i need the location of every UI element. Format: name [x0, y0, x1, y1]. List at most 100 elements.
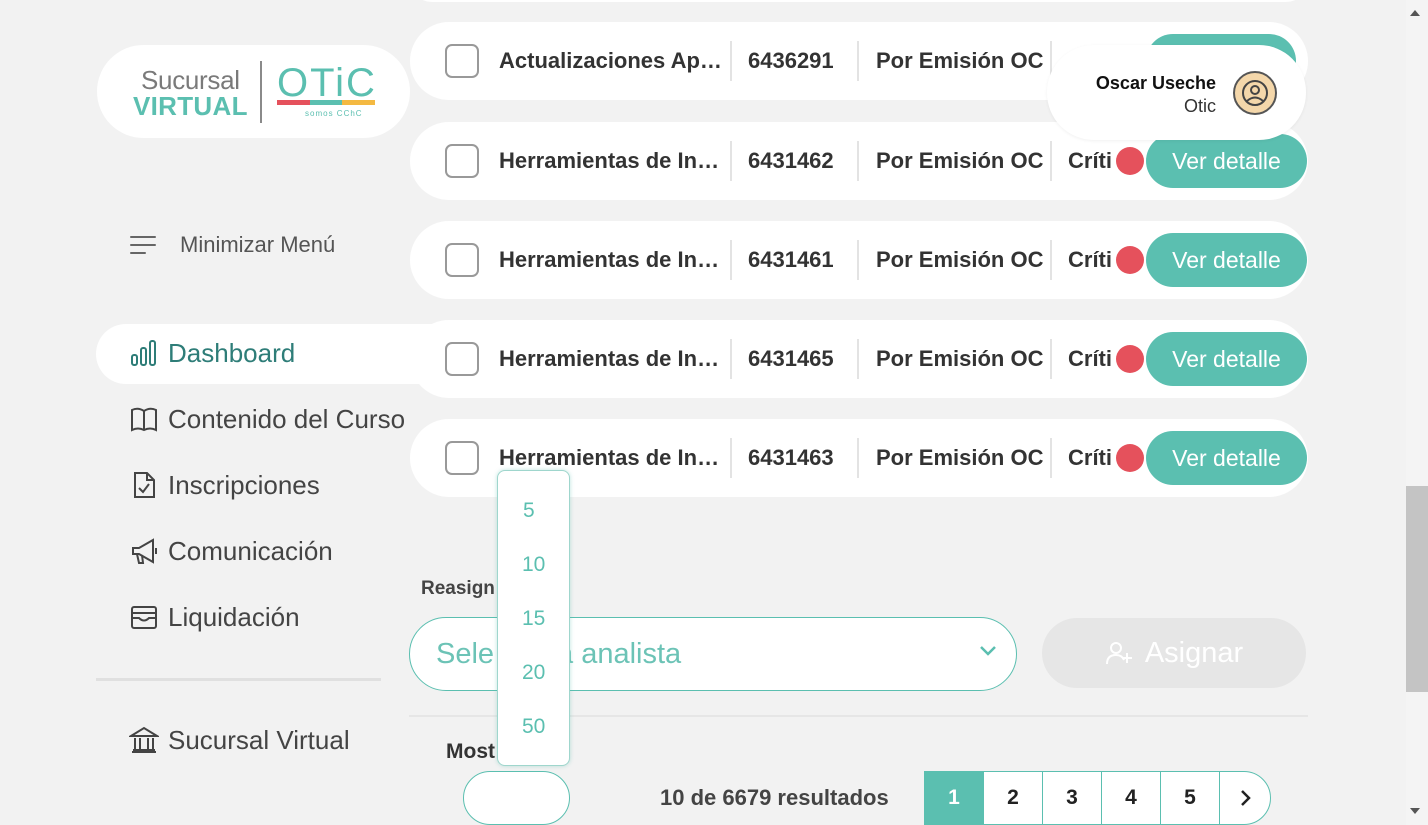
column-divider [857, 339, 859, 379]
hamburger-icon [128, 232, 158, 258]
sidebar-item-label: Comunicación [168, 535, 333, 566]
otic-logo: OTiC somos CChC [277, 63, 377, 121]
critical-indicator [1116, 345, 1144, 373]
page-size-option-15[interactable]: 15 [498, 601, 569, 637]
row-code: 6431461 [748, 247, 834, 272]
logo-line2: VIRTUAL [133, 91, 248, 121]
column-divider [730, 438, 732, 478]
page-size-select[interactable] [463, 771, 570, 825]
column-divider [1050, 240, 1052, 280]
sidebar-divider [96, 678, 381, 681]
column-divider [730, 339, 732, 379]
user-name: Oscar Useche [1095, 73, 1216, 93]
column-divider [857, 240, 859, 280]
logo[interactable]: Sucursal VIRTUAL OTiC somos CChC [97, 45, 410, 138]
add-user-icon [1105, 639, 1133, 667]
row-course-name: Actualizaciones Ap… [499, 48, 722, 73]
minimize-menu-button[interactable]: Minimizar Menú [128, 232, 335, 258]
assign-button[interactable]: Asignar [1042, 618, 1306, 688]
user-avatar-icon[interactable] [1233, 71, 1277, 115]
view-detail-button[interactable]: Ver detalle [1146, 431, 1307, 485]
sidebar-item-inscripciones[interactable]: Inscripciones [128, 469, 320, 501]
results-count: 10 de 6679 resultados [660, 785, 889, 810]
page-size-dropdown: 5 10 15 20 50 [497, 470, 570, 766]
page-size-label: Most [446, 740, 495, 763]
pagination: 1 2 3 4 5 [924, 771, 1271, 825]
wallet-icon [128, 601, 160, 633]
row-checkbox[interactable] [445, 144, 479, 178]
table-row: Herramientas de In… 6431465 Por Emisión … [410, 320, 1308, 398]
row-type: Por Emisión OC [876, 48, 1044, 73]
row-course-name: Herramientas de In… [499, 148, 720, 173]
row-checkbox[interactable] [445, 441, 479, 475]
scrollbar-track[interactable] [1406, 0, 1428, 825]
sidebar-item-dashboard[interactable]: Dashboard [128, 337, 295, 369]
reassign-label: Reasign [421, 578, 495, 599]
page-size-option-50[interactable]: 50 [498, 709, 569, 745]
user-role: Otic [1183, 96, 1216, 116]
logo-sucursal-virtual: Sucursal VIRTUAL [133, 67, 248, 119]
scroll-down-arrow-icon[interactable] [1410, 808, 1420, 814]
row-code: 6431463 [748, 445, 834, 470]
view-detail-button[interactable]: Ver detalle [1146, 233, 1307, 287]
row-checkbox[interactable] [445, 342, 479, 376]
column-divider [857, 141, 859, 181]
page-size-option-10[interactable]: 10 [498, 547, 569, 583]
column-divider [730, 240, 732, 280]
critical-indicator [1116, 246, 1144, 274]
critical-indicator [1116, 147, 1144, 175]
otic-brand: OTiC [277, 61, 377, 105]
assign-label: Asignar [1144, 636, 1244, 669]
logo-line1: Sucursal [141, 65, 240, 95]
user-menu[interactable]: Oscar Useche Otic [1047, 45, 1306, 140]
otic-tagline: somos CChC [305, 109, 363, 118]
view-detail-button[interactable]: Ver detalle [1146, 134, 1307, 188]
row-course-name: Herramientas de In… [499, 247, 720, 272]
page-button-5[interactable]: 5 [1161, 772, 1220, 824]
sidebar-item-label: Contenido del Curso [168, 403, 406, 434]
bank-icon [128, 724, 160, 756]
row-code: 6436291 [748, 48, 834, 73]
row-checkbox[interactable] [445, 44, 479, 78]
sidebar-item-sucursal-virtual[interactable]: Sucursal Virtual [128, 724, 350, 756]
logo-divider [260, 61, 262, 123]
sidebar-item-label: Dashboard [168, 337, 296, 368]
column-divider [1050, 141, 1052, 181]
page-button-3[interactable]: 3 [1043, 772, 1102, 824]
row-type: Por Emisión OC [876, 346, 1044, 371]
chevron-right-icon [1241, 790, 1251, 806]
critical-indicator [1116, 444, 1144, 472]
sidebar-item-label: Inscripciones [168, 469, 320, 500]
column-divider [857, 41, 859, 81]
row-code: 6431462 [748, 148, 834, 173]
scroll-up-arrow-icon[interactable] [1410, 10, 1420, 16]
next-page-button[interactable] [1220, 772, 1270, 824]
chevron-down-icon [978, 644, 998, 663]
sidebar-item-liquidacion[interactable]: Liquidación [128, 601, 300, 633]
page-button-4[interactable]: 4 [1102, 772, 1161, 824]
row-type: Por Emisión OC [876, 247, 1044, 272]
sidebar-item-contenido[interactable]: Contenido del Curso [128, 403, 405, 435]
view-detail-button[interactable]: Ver detalle [1146, 332, 1307, 386]
page-button-1[interactable]: 1 [925, 772, 984, 824]
page-button-2[interactable]: 2 [984, 772, 1043, 824]
otic-color-bars [277, 100, 376, 105]
megaphone-icon [128, 535, 160, 567]
sidebar-item-comunicacion[interactable]: Comunicación [128, 535, 333, 567]
row-checkbox[interactable] [445, 243, 479, 277]
sidebar-item-label: Sucursal Virtual [168, 724, 350, 755]
scrollbar-thumb[interactable] [1406, 486, 1428, 692]
column-divider [1050, 438, 1052, 478]
row-type: Por Emisión OC [876, 445, 1044, 470]
page-size-option-5[interactable]: 5 [498, 493, 569, 529]
column-divider [730, 141, 732, 181]
page-size-option-20[interactable]: 20 [498, 655, 569, 691]
bar-chart-icon [128, 337, 160, 369]
column-divider [730, 41, 732, 81]
table-row: Herramientas de In… 6431461 Por Emisión … [410, 221, 1308, 299]
column-divider [1050, 339, 1052, 379]
minimize-menu-label: Minimizar Menú [180, 232, 336, 257]
row-code: 6431465 [748, 346, 834, 371]
row-type: Por Emisión OC [876, 148, 1044, 173]
table-row-partial [410, 0, 1308, 2]
